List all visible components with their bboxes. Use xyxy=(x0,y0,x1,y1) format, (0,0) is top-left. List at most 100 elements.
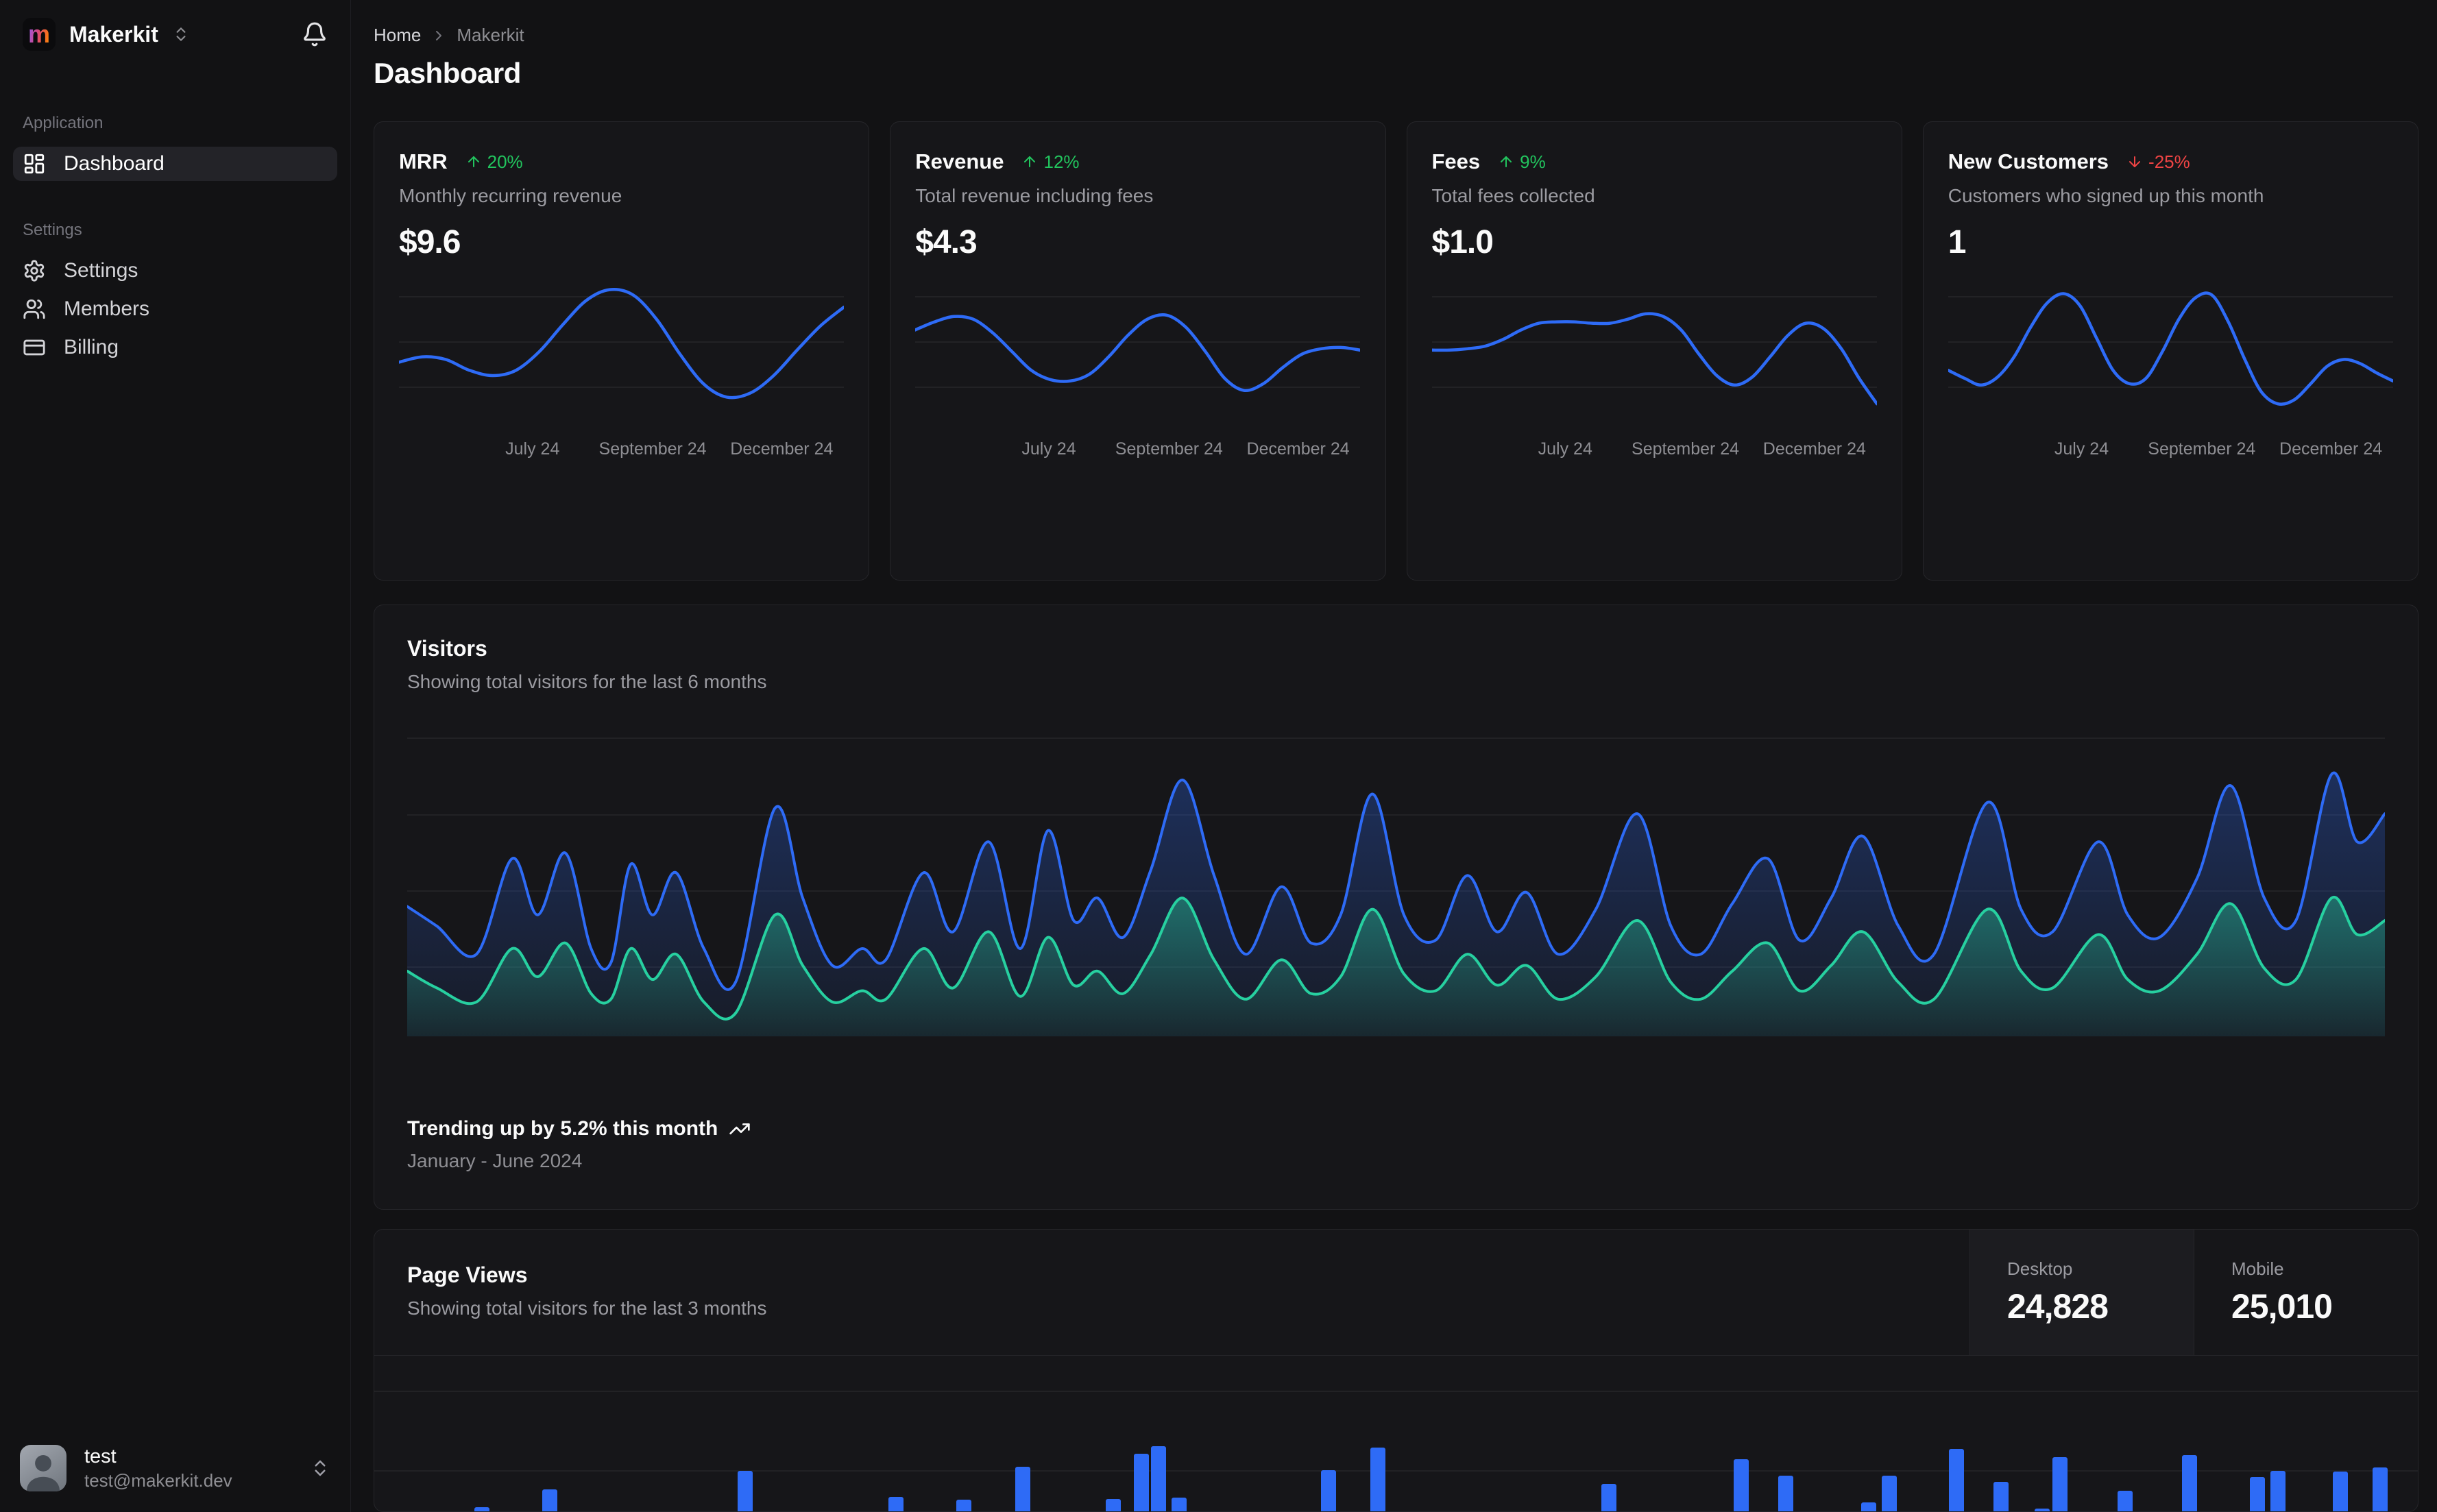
card-subtitle: Total revenue including fees xyxy=(915,185,1154,206)
x-tick: December 24 xyxy=(1762,439,1866,459)
sidebar-item-billing[interactable]: Billing xyxy=(13,330,337,365)
workspace-selector[interactable]: m Makerkit xyxy=(13,18,337,51)
card-title: MRR xyxy=(399,149,448,173)
main-content: Home Makerkit Dashboard MRR 20% Monthly … xyxy=(351,0,2437,1512)
stat-card-fees: Fees 9% Total fees collected $1.0 July 2… xyxy=(1406,121,1902,581)
x-axis-ticks: July 24 September 24 December 24 xyxy=(399,439,844,460)
breadcrumb-home[interactable]: Home xyxy=(374,25,421,46)
page-views-header: Page Views Showing total visitors for th… xyxy=(374,1230,2418,1356)
nav-group-application: Application xyxy=(23,114,104,132)
trend-value: 20% xyxy=(487,151,523,172)
chevrons-up-down-icon[interactable] xyxy=(310,1458,330,1478)
sidebar-item-dashboard[interactable]: Dashboard xyxy=(13,147,337,181)
user-menu[interactable]: test test@makerkit.dev xyxy=(13,1444,337,1491)
stat-cards-row: MRR 20% Monthly recurring revenue $9.6 J… xyxy=(374,121,2418,581)
person-silhouette-icon xyxy=(26,1454,60,1491)
user-email: test@makerkit.dev xyxy=(84,1470,232,1491)
card-value: $1.0 xyxy=(1431,224,1494,260)
toggle-label: Desktop xyxy=(2007,1258,2073,1279)
x-tick: December 24 xyxy=(730,439,834,459)
dashboard-icon xyxy=(24,154,45,174)
trend-badge: 12% xyxy=(1021,151,1080,173)
page-views-panel: Page Views Showing total visitors for th… xyxy=(374,1229,2418,1512)
arrow-up-icon xyxy=(1501,156,1512,167)
card-value: $4.3 xyxy=(915,224,977,260)
workspace-name[interactable]: Makerkit xyxy=(69,22,158,47)
chevrons-up-down-icon[interactable] xyxy=(172,25,190,43)
sidebar-item-label: Members xyxy=(64,297,150,320)
visitors-trend-text: Trending up by 5.2% this month xyxy=(407,1117,718,1140)
sidebar-item-members[interactable]: Members xyxy=(13,292,337,326)
arrow-down-icon xyxy=(2129,156,2141,167)
breadcrumb-current: Makerkit xyxy=(457,25,524,45)
credit-card-icon xyxy=(23,339,45,356)
x-tick: July 24 xyxy=(505,439,560,459)
x-axis-ticks: July 24 September 24 December 24 xyxy=(1948,439,2393,460)
card-title: New Customers xyxy=(1948,149,2109,173)
toggle-value: 25,010 xyxy=(2231,1287,2333,1326)
x-tick: July 24 xyxy=(1021,439,1076,459)
trend-value: 12% xyxy=(1043,151,1080,172)
card-subtitle: Total fees collected xyxy=(1431,185,1595,206)
trend-value: -25% xyxy=(2148,151,2190,172)
trend-badge: 9% xyxy=(1498,151,1546,173)
x-tick: July 24 xyxy=(1538,439,1592,459)
visitors-subtitle: Showing total visitors for the last 6 mo… xyxy=(407,671,767,692)
page-views-title: Page Views xyxy=(407,1263,528,1287)
makerkit-logo: m xyxy=(23,18,56,51)
revenue-sparkline-chart[interactable] xyxy=(914,271,1362,416)
mrr-sparkline-chart[interactable] xyxy=(397,271,846,416)
sidebar-item-label: Billing xyxy=(64,336,119,358)
trend-value: 9% xyxy=(1520,151,1546,172)
stat-card-mrr: MRR 20% Monthly recurring revenue $9.6 J… xyxy=(374,121,870,581)
sidebar-item-settings[interactable]: Settings xyxy=(13,254,337,288)
user-avatar xyxy=(20,1444,66,1491)
trending-up-icon xyxy=(729,1123,751,1134)
stat-card-new-customers: New Customers -25% Customers who signed … xyxy=(1922,121,2418,581)
users-icon xyxy=(23,299,45,319)
visitors-area-chart[interactable] xyxy=(406,724,2386,1036)
nav-group-settings: Settings xyxy=(23,221,82,239)
notifications-bell-icon[interactable] xyxy=(302,21,328,47)
sidebar-item-label: Dashboard xyxy=(64,152,165,175)
card-subtitle: Customers who signed up this month xyxy=(1948,185,2264,206)
card-subtitle: Monthly recurring revenue xyxy=(399,185,622,206)
x-axis-ticks: July 24 September 24 December 24 xyxy=(1432,439,1877,460)
x-tick: September 24 xyxy=(2148,439,2256,459)
sidebar: m Makerkit Application Dashboard Setting… xyxy=(0,0,351,1512)
card-title: Revenue xyxy=(915,149,1004,173)
page-title: Dashboard xyxy=(374,57,521,89)
trend-badge: 20% xyxy=(465,151,523,173)
arrow-up-icon xyxy=(1024,156,1036,167)
x-axis-ticks: July 24 September 24 December 24 xyxy=(915,439,1360,460)
x-tick: December 24 xyxy=(2279,439,2383,459)
x-tick: September 24 xyxy=(1632,439,1740,459)
x-tick: July 24 xyxy=(2054,439,2109,459)
toggle-value: 24,828 xyxy=(2007,1287,2109,1326)
arrow-up-icon xyxy=(468,156,479,167)
x-tick: December 24 xyxy=(1246,439,1350,459)
user-name: test xyxy=(84,1446,117,1468)
visitors-panel: Visitors Showing total visitors for the … xyxy=(374,605,2418,1210)
breadcrumb: Home Makerkit xyxy=(374,25,2418,46)
chevron-right-icon xyxy=(436,30,442,40)
gear-icon xyxy=(24,260,45,282)
visitors-title: Visitors xyxy=(407,636,487,661)
app-root: m Makerkit Application Dashboard Setting… xyxy=(0,0,2437,1512)
logo-letter: m xyxy=(27,20,50,48)
x-tick: September 24 xyxy=(598,439,707,459)
card-title: Fees xyxy=(1431,149,1481,173)
fees-sparkline-chart[interactable] xyxy=(1430,271,1878,416)
x-tick: September 24 xyxy=(1115,439,1223,459)
new-customers-sparkline-chart[interactable] xyxy=(1946,271,2394,416)
toggle-desktop[interactable]: Desktop 24,828 xyxy=(1969,1230,2194,1355)
page-views-bar-chart[interactable] xyxy=(374,1356,2418,1511)
visitors-footer: Trending up by 5.2% this month January -… xyxy=(407,1117,2385,1172)
trend-badge: -25% xyxy=(2126,151,2190,173)
toggle-label: Mobile xyxy=(2231,1258,2284,1279)
sidebar-item-label: Settings xyxy=(64,259,138,282)
card-value: $9.6 xyxy=(399,224,461,260)
user-meta: test test@makerkit.dev xyxy=(84,1444,232,1491)
toggle-mobile[interactable]: Mobile 25,010 xyxy=(2194,1230,2418,1355)
stat-card-revenue: Revenue 12% Total revenue including fees… xyxy=(890,121,1386,581)
